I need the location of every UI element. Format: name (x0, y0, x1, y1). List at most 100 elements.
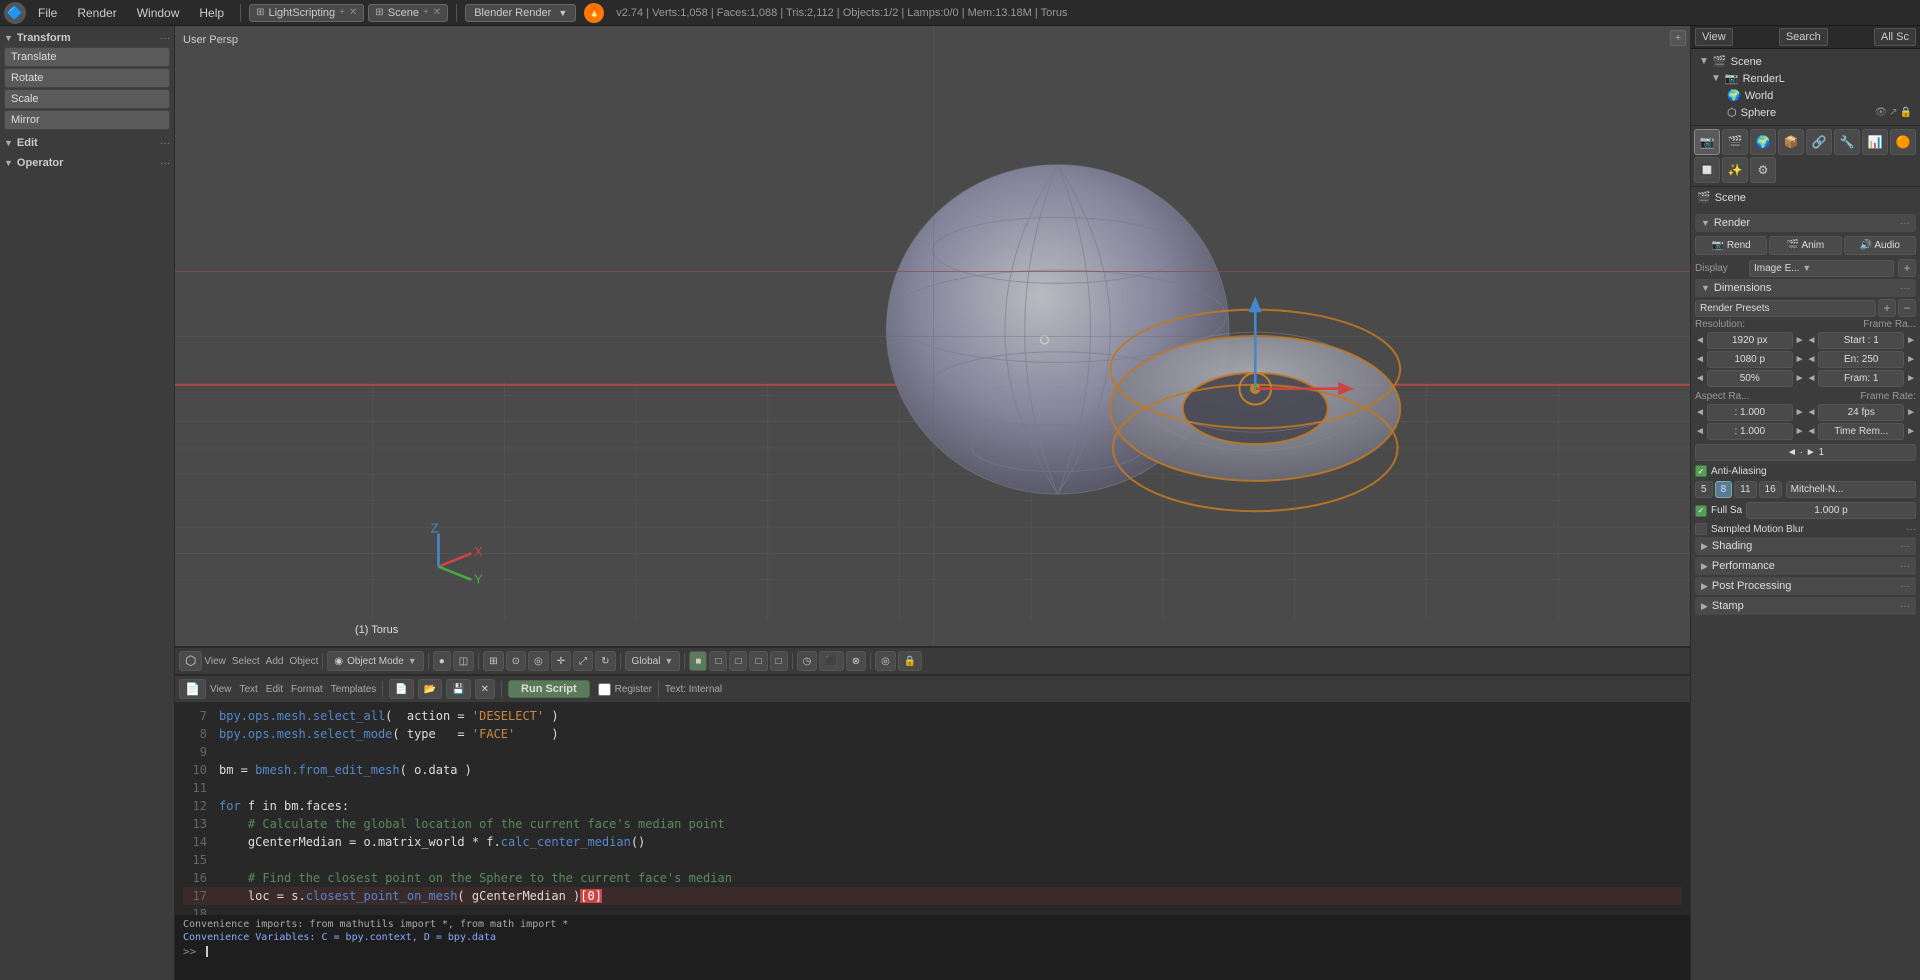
time-rem-left-arrow[interactable]: ◄ (1807, 426, 1817, 437)
menu-help[interactable]: Help (191, 4, 232, 22)
time-rem-right-arrow[interactable]: ► (1906, 426, 1916, 437)
register-checkbox[interactable] (598, 683, 611, 696)
presets-add-btn[interactable]: + (1878, 299, 1896, 317)
aa-8-btn[interactable]: 8 (1715, 481, 1733, 498)
select-menu[interactable]: Select (232, 656, 260, 667)
view-menu[interactable]: View (204, 656, 226, 667)
physics-icon[interactable]: ⚙ (1750, 157, 1776, 183)
scene-tree-sphere[interactable]: ⬡ Sphere 👁 ↗ 🔒 (1695, 104, 1916, 121)
menu-render[interactable]: Render (69, 4, 124, 22)
script-templates-menu[interactable]: Templates (331, 684, 377, 695)
post-processing-section-header[interactable]: ▶ Post Processing ··· (1695, 577, 1916, 595)
start-value[interactable]: Start : 1 (1818, 332, 1904, 349)
start-left-arrow[interactable]: ◄ (1807, 335, 1817, 346)
frame-value[interactable]: Fram: 1 (1818, 370, 1904, 387)
pct-right-arrow[interactable]: ► (1795, 373, 1805, 384)
workspace-2-close[interactable]: ✕ (433, 7, 441, 18)
aa-checkbox[interactable]: ✓ (1695, 465, 1707, 477)
scale-button[interactable]: Scale (4, 89, 170, 109)
script-text-menu[interactable]: Text (239, 684, 257, 695)
search-button[interactable]: Search (1779, 28, 1828, 46)
display-plus-btn[interactable]: + (1898, 259, 1916, 277)
material-icon[interactable]: 🟠 (1890, 129, 1916, 155)
script-view-menu[interactable]: View (210, 684, 232, 695)
full-sa-checkbox[interactable]: ✓ (1695, 505, 1707, 517)
fram-stepper-value[interactable]: ◄ · ► 1 (1695, 444, 1916, 461)
global-selector[interactable]: Global ▼ (625, 651, 681, 671)
script-new-btn[interactable]: 📄 (389, 679, 413, 699)
all-sc-button[interactable]: All Sc (1874, 28, 1916, 46)
run-script-button[interactable]: Run Script (508, 680, 590, 698)
add-menu[interactable]: Add (266, 656, 284, 667)
aspect-x-value[interactable]: : 1.000 (1707, 404, 1793, 421)
rotate-button[interactable]: Rotate (4, 68, 170, 88)
translate-button[interactable]: Translate (4, 47, 170, 67)
render-section-header[interactable]: ▼ Render ··· (1695, 214, 1916, 232)
res-y-left-arrow[interactable]: ◄ (1695, 354, 1705, 365)
scene-tree-world[interactable]: 🌍 World (1695, 87, 1916, 104)
object-menu[interactable]: Object (289, 656, 318, 667)
frame-left-arrow[interactable]: ◄ (1807, 373, 1817, 384)
view-button[interactable]: View (1695, 28, 1733, 46)
overlay-btn[interactable]: ◷ (797, 651, 818, 671)
script-format-menu[interactable]: Format (291, 684, 323, 695)
snap-grid-btn[interactable]: ⊗ (846, 651, 866, 671)
world-props-icon[interactable]: 🌍 (1750, 129, 1776, 155)
audio-button[interactable]: 🔊 Audio (1844, 236, 1916, 255)
script-save-btn[interactable]: 💾 (446, 679, 470, 699)
particles-icon[interactable]: ✨ (1722, 157, 1748, 183)
viewport-maximize-btn[interactable]: + (1670, 30, 1686, 46)
transform-header[interactable]: ▼ Transform ··· (4, 30, 170, 46)
fps-right-arrow[interactable]: ► (1906, 407, 1916, 418)
aspect-y-right-arrow[interactable]: ► (1795, 426, 1805, 437)
workspace-2-plus[interactable]: + (423, 7, 429, 18)
snap-btn[interactable]: ⊞ (483, 651, 503, 671)
transform-btn[interactable]: ⤢ (573, 651, 593, 671)
texture-icon[interactable]: 🔲 (1694, 157, 1720, 183)
proportional-edit-btn[interactable]: ⊙ (506, 651, 526, 671)
menu-file[interactable]: File (30, 4, 65, 22)
layer-btn-1[interactable]: ■ (689, 651, 707, 671)
mode-selector[interactable]: ◉ Object Mode ▼ (327, 651, 423, 671)
solid-mode-btn[interactable]: ● (433, 651, 451, 671)
render-btn[interactable]: ⬛ (819, 651, 843, 671)
aspect-x-left-arrow[interactable]: ◄ (1695, 407, 1705, 418)
modifiers-icon[interactable]: 🔧 (1834, 129, 1860, 155)
layer-btn-2[interactable]: □ (709, 651, 727, 671)
res-y-value[interactable]: 1080 p (1707, 351, 1793, 368)
object-props-icon[interactable]: 📦 (1778, 129, 1804, 155)
mirror-button[interactable]: Mirror (4, 110, 170, 130)
aa-16-btn[interactable]: 16 (1759, 481, 1782, 498)
aspect-y-value[interactable]: : 1.000 (1707, 423, 1793, 440)
render-presets-btn[interactable]: Render Presets (1695, 300, 1876, 317)
res-x-left-arrow[interactable]: ◄ (1695, 335, 1705, 346)
anim-button[interactable]: 🎬 Anim (1769, 236, 1841, 255)
workspace-1-close[interactable]: ✕ (349, 7, 357, 18)
fps-value[interactable]: 24 fps (1818, 404, 1904, 421)
workspace-2[interactable]: ⊞ Scene + ✕ (368, 4, 448, 22)
time-rem-value[interactable]: Time Rem... (1818, 423, 1904, 440)
data-icon[interactable]: 📊 (1862, 129, 1888, 155)
rotate-3d-btn[interactable]: ↻ (595, 651, 615, 671)
workspace-1[interactable]: ⊞ LightScripting + ✕ (249, 4, 364, 22)
shading-section-header[interactable]: ▶ Shading ··· (1695, 537, 1916, 555)
pct-left-arrow[interactable]: ◄ (1695, 373, 1705, 384)
layer-btn-4[interactable]: □ (749, 651, 767, 671)
engine-selector[interactable]: Blender Render ▼ (465, 4, 576, 22)
pct-value[interactable]: 50% (1707, 370, 1793, 387)
viewport-editor-icon[interactable]: ⬡ (179, 651, 202, 671)
rend-button[interactable]: 📷 Rend (1695, 236, 1767, 255)
display-value[interactable]: Image E... ▼ (1749, 260, 1894, 277)
script-open-btn[interactable]: 📂 (418, 679, 442, 699)
smb-checkbox[interactable] (1695, 523, 1707, 535)
manip-btn[interactable]: ✛ (551, 651, 571, 671)
stamp-section-header[interactable]: ▶ Stamp ··· (1695, 597, 1916, 615)
res-y-right-arrow[interactable]: ► (1795, 354, 1805, 365)
res-x-value[interactable]: 1920 px (1707, 332, 1793, 349)
arrow-icon[interactable]: ↗ (1889, 107, 1897, 118)
operator-header[interactable]: ▼ Operator ··· (4, 155, 170, 171)
frame-right-arrow[interactable]: ► (1906, 373, 1916, 384)
layer-btn-3[interactable]: □ (729, 651, 747, 671)
code-area[interactable]: 7 bpy.ops.mesh.select_all( action = 'DES… (175, 703, 1690, 915)
record-btn[interactable]: ◎ (875, 651, 896, 671)
